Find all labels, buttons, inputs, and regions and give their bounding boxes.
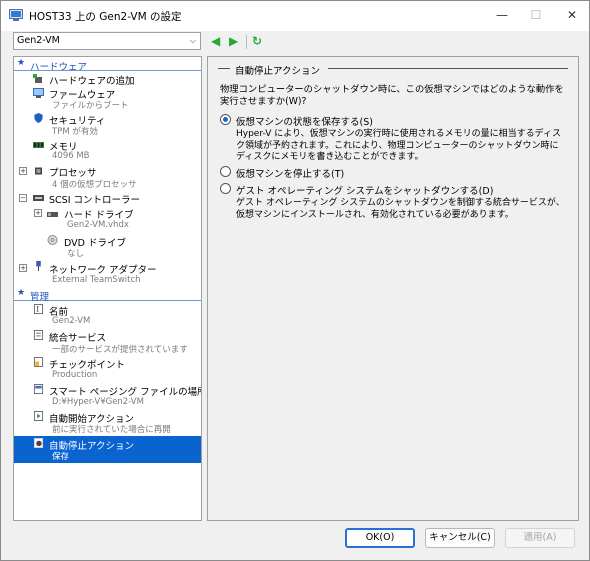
tree-item-add-hardware[interactable]: ハードウェアの追加 bbox=[14, 73, 201, 87]
processor-icon bbox=[35, 167, 42, 175]
expand-icon[interactable]: + bbox=[34, 209, 42, 217]
tree-item-detail: なし bbox=[67, 249, 85, 259]
memory-icon bbox=[33, 142, 44, 148]
cancel-button[interactable]: キャンセル(C) bbox=[425, 528, 495, 548]
network-adapter-icon bbox=[36, 261, 41, 271]
tree-item-checkpoints[interactable]: チェックポイント Production bbox=[14, 356, 201, 383]
firmware-icon bbox=[33, 88, 44, 98]
window-title: HOST33 上の Gen2-VM の設定 bbox=[29, 11, 182, 23]
vm-select[interactable]: Gen2-VM ⌵ bbox=[13, 32, 201, 50]
add-hardware-icon bbox=[33, 74, 42, 83]
radio-label-save-state[interactable]: 仮想マシンの状態を保存する(S) bbox=[236, 114, 373, 128]
tree-item-detail: Production bbox=[52, 370, 98, 380]
tree-item-integration-services[interactable]: 統合サービス 一部のサービスが提供されています bbox=[14, 329, 201, 356]
forward-arrow-icon[interactable]: ▶ bbox=[229, 34, 238, 48]
tree-item-label: ハードウェアの追加 bbox=[49, 76, 135, 87]
tree-item-detail: TPM が有効 bbox=[52, 127, 98, 137]
title-bar: HOST33 上の Gen2-VM の設定 — ☐ ✕ bbox=[1, 1, 589, 31]
collapse-icon[interactable]: − bbox=[19, 194, 27, 202]
radio-label-shutdown-guest[interactable]: ゲスト オペレーティング システムをシャットダウンする(D) bbox=[236, 183, 493, 197]
question-text: 物理コンピューターのシャットダウン時に、この仮想マシンではどのような動作を実行さ… bbox=[220, 84, 564, 107]
auto-start-icon bbox=[33, 411, 44, 421]
tree-item-label: チェックポイント bbox=[49, 360, 126, 371]
back-arrow-icon[interactable]: ◀ bbox=[211, 34, 220, 48]
tree-item-auto-start[interactable]: 自動開始アクション 前に実行されていた場合に再開 bbox=[14, 410, 201, 436]
section-hardware[interactable]: ★ ハードウェア bbox=[14, 58, 201, 73]
tree-item-name[interactable]: I 名前 Gen2-VM bbox=[14, 303, 201, 329]
tree-item-detail: 4 個の仮想プロセッサ bbox=[52, 180, 137, 190]
svg-text:I: I bbox=[36, 305, 39, 314]
tree-item-detail: External TeamSwitch bbox=[52, 275, 141, 285]
tree-item-label: ネットワーク アダプター bbox=[49, 265, 157, 276]
group-title-label: 自動停止アクション bbox=[235, 66, 321, 77]
radio-label-turn-off[interactable]: 仮想マシンを停止する(T) bbox=[236, 166, 344, 180]
tree-item-hard-drive[interactable]: + ハード ドライブ Gen2-VM.vhdx bbox=[14, 205, 201, 233]
group-title-line bbox=[328, 68, 568, 69]
auto-stop-icon bbox=[33, 438, 44, 448]
tree-item-label: プロセッサ bbox=[49, 168, 97, 179]
tree-item-detail: Gen2-VM.vhdx bbox=[67, 220, 129, 230]
tree-item-smart-paging[interactable]: スマート ページング ファイルの場所 D:¥Hyper-V¥Gen2-VM bbox=[14, 383, 201, 410]
tree-item-network-adapter[interactable]: + ネットワーク アダプター External TeamSwitch bbox=[14, 260, 201, 287]
smart-paging-icon bbox=[33, 384, 44, 394]
tree-item-memory[interactable]: メモリ 4096 MB bbox=[14, 138, 201, 164]
integration-services-icon bbox=[33, 330, 44, 340]
tree-item-auto-stop[interactable]: 自動停止アクション 保存 bbox=[14, 436, 201, 463]
tree-item-detail: 一部のサービスが提供されています bbox=[52, 345, 188, 355]
tree-item-processor[interactable]: + プロセッサ 4 個の仮想プロセッサ bbox=[14, 164, 201, 191]
collapse-icon: ★ bbox=[17, 288, 26, 298]
tree-item-detail: ファイルからブート bbox=[52, 101, 129, 111]
section-management[interactable]: ★ 管理 bbox=[14, 288, 201, 303]
settings-panel: 自動停止アクション 物理コンピューターのシャットダウン時に、この仮想マシンではど… bbox=[207, 56, 579, 521]
vm-select-value: Gen2-VM bbox=[17, 35, 60, 46]
collapse-icon: ★ bbox=[17, 58, 26, 68]
tree-item-firmware[interactable]: ファームウェア ファイルからブート bbox=[14, 86, 201, 112]
expand-icon[interactable]: + bbox=[19, 167, 27, 175]
tree-item-detail: 4096 MB bbox=[52, 151, 90, 161]
ok-button[interactable]: OK(O) bbox=[345, 528, 415, 548]
save-state-description: Hyper-V により、仮想マシンの実行時に使用されるメモリの量に相当するディス… bbox=[236, 129, 562, 162]
shield-icon bbox=[34, 113, 43, 123]
tree-item-security[interactable]: セキュリティ TPM が有効 bbox=[14, 112, 201, 138]
settings-tree: ★ ハードウェア ハードウェアの追加 ファームウェア ファイルからブート セキュ… bbox=[13, 56, 202, 521]
name-icon: I bbox=[33, 304, 44, 314]
tree-item-detail: 前に実行されていた場合に再開 bbox=[52, 425, 171, 435]
radio-turn-off[interactable] bbox=[220, 166, 231, 177]
hyperv-settings-icon bbox=[9, 9, 23, 21]
dvd-disc-icon bbox=[47, 235, 58, 245]
apply-button[interactable]: 適用(A) bbox=[505, 528, 575, 548]
hard-drive-icon bbox=[47, 212, 58, 217]
tree-item-label: 統合サービス bbox=[49, 333, 107, 344]
chevron-down-icon: ⌵ bbox=[189, 36, 196, 45]
tree-item-scsi-controller[interactable]: − SCSI コントローラー bbox=[14, 191, 201, 206]
toolbar: Gen2-VM ⌵ ◀ ▶ ↻ bbox=[1, 31, 589, 53]
shutdown-guest-description: ゲスト オペレーティング システムのシャットダウンを制御する統合サービスが、仮想… bbox=[236, 198, 565, 220]
tree-item-detail: 保存 bbox=[52, 452, 70, 462]
tree-item-detail: D:¥Hyper-V¥Gen2-VM bbox=[52, 397, 144, 407]
tree-item-detail: Gen2-VM bbox=[52, 316, 91, 326]
checkpoint-icon bbox=[33, 357, 44, 367]
scsi-controller-icon bbox=[33, 195, 44, 201]
tree-item-label: スマート ページング ファイルの場所 bbox=[49, 387, 202, 398]
radio-shutdown-guest[interactable] bbox=[220, 183, 231, 194]
radio-save-state[interactable] bbox=[220, 114, 231, 125]
tree-item-label: ハード ドライブ bbox=[64, 210, 134, 221]
tree-item-label: SCSI コントローラー bbox=[49, 195, 141, 206]
close-button[interactable]: ✕ bbox=[549, 1, 590, 31]
toolbar-separator bbox=[246, 35, 247, 49]
refresh-icon[interactable]: ↻ bbox=[252, 34, 262, 48]
settings-window: HOST33 上の Gen2-VM の設定 — ☐ ✕ Gen2-VM ⌵ ◀ … bbox=[0, 0, 590, 561]
group-title-line bbox=[218, 68, 230, 69]
tree-item-dvd-drive[interactable]: DVD ドライブ なし bbox=[14, 233, 201, 260]
expand-icon[interactable]: + bbox=[19, 264, 27, 272]
